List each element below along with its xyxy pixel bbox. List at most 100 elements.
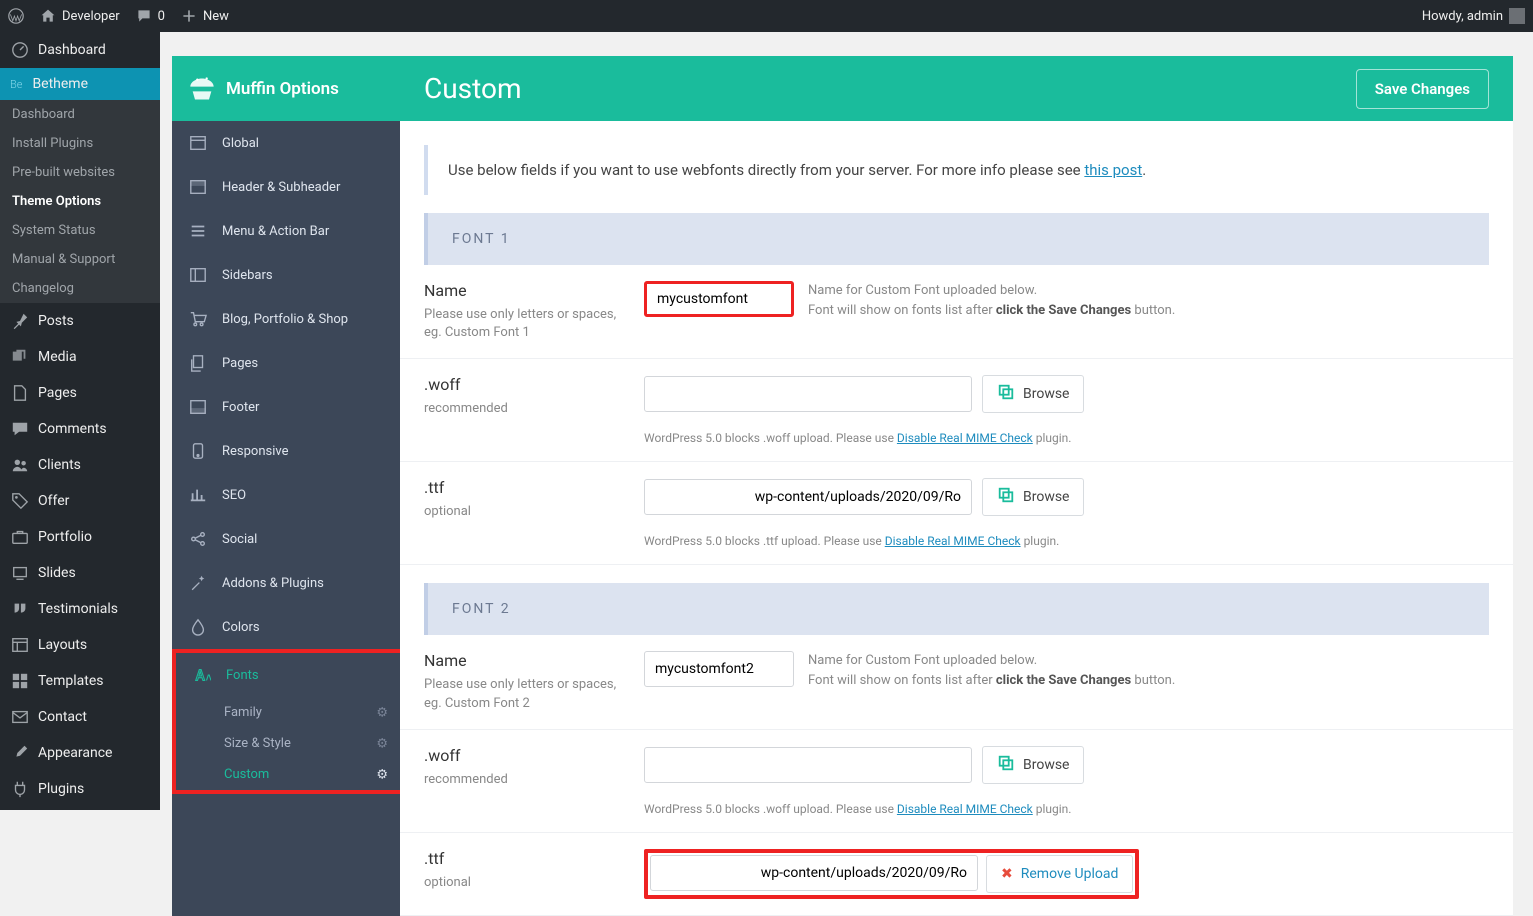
opt-header[interactable]: Header & Subheader: [172, 165, 400, 209]
menu-betheme[interactable]: BeBetheme: [0, 68, 160, 100]
howdy-user[interactable]: Howdy, admin: [1422, 8, 1525, 24]
opt-fonts[interactable]: Fonts: [176, 653, 400, 697]
submenu-dashboard[interactable]: Dashboard: [0, 100, 160, 129]
info-link[interactable]: this post: [1084, 161, 1142, 179]
info-notice: Use below fields if you want to use webf…: [424, 145, 1489, 195]
opt-fonts-custom[interactable]: Custom⚙: [176, 759, 400, 790]
label-name: Name: [424, 281, 624, 300]
site-home[interactable]: Developer: [40, 8, 120, 24]
page-title: Custom: [424, 72, 522, 105]
opt-sidebars[interactable]: Sidebars: [172, 253, 400, 297]
field-font1-name: Name Please use only letters or spaces, …: [400, 265, 1513, 359]
gear-icon: ⚙: [376, 767, 388, 782]
muffin-icon: [188, 75, 216, 103]
chart-icon: [188, 485, 208, 505]
opt-colors[interactable]: Colors: [172, 605, 400, 649]
menu-posts[interactable]: Posts: [0, 303, 160, 339]
browse-font1-woff-button[interactable]: Browse: [982, 375, 1084, 413]
menu-clients[interactable]: Clients: [0, 447, 160, 483]
close-icon: ✖: [1001, 866, 1013, 882]
gear-icon: ⚙: [376, 736, 388, 751]
opt-seo[interactable]: SEO: [172, 473, 400, 517]
help-font1-name: Name for Custom Font uploaded below. Fon…: [808, 281, 1175, 320]
menu-contact[interactable]: Contact: [0, 699, 160, 735]
menu-offer[interactable]: Offer: [0, 483, 160, 519]
section-font-1: FONT 1: [424, 213, 1489, 265]
footer-icon: [188, 397, 208, 417]
opt-addons[interactable]: Addons & Plugins: [172, 561, 400, 605]
opt-menu[interactable]: Menu & Action Bar: [172, 209, 400, 253]
wand-icon: [188, 573, 208, 593]
window-icon: [188, 133, 208, 153]
mime-link[interactable]: Disable Real MIME Check: [897, 802, 1033, 816]
input-font1-ttf[interactable]: [644, 479, 972, 515]
input-font2-ttf[interactable]: [650, 855, 978, 891]
opt-responsive[interactable]: Responsive: [172, 429, 400, 473]
field-font2-name: Name Please use only letters or spaces, …: [400, 635, 1513, 729]
input-font2-name[interactable]: [644, 651, 794, 687]
menu-testimonials[interactable]: Testimonials: [0, 591, 160, 627]
site-name: Developer: [62, 9, 120, 24]
wp-logo[interactable]: [8, 8, 24, 24]
browse-font2-woff-button[interactable]: Browse: [982, 746, 1084, 784]
submenu-prebuilt[interactable]: Pre-built websites: [0, 158, 160, 187]
drop-icon: [188, 617, 208, 637]
opt-fonts-size[interactable]: Size & Style⚙: [176, 728, 400, 759]
opt-social[interactable]: Social: [172, 517, 400, 561]
comments-count: 0: [158, 9, 165, 24]
sidebar-icon: [188, 265, 208, 285]
admin-bar: Developer 0 New Howdy, admin: [0, 0, 1533, 32]
avatar: [1509, 8, 1525, 24]
opt-pages[interactable]: Pages: [172, 341, 400, 385]
menu-media[interactable]: Media: [0, 339, 160, 375]
muffin-brand: Muffin Options: [172, 56, 400, 121]
submenu-install-plugins[interactable]: Install Plugins: [0, 129, 160, 158]
tag-icon: [10, 491, 30, 511]
mime-link[interactable]: Disable Real MIME Check: [885, 534, 1021, 548]
input-font1-woff[interactable]: [644, 376, 972, 412]
submenu-system-status[interactable]: System Status: [0, 216, 160, 245]
field-font1-woff: .woff recommended Browse WordPress 5.0 b…: [400, 359, 1513, 462]
howdy-text: Howdy, admin: [1422, 9, 1503, 24]
font-icon: [192, 665, 212, 685]
comments-bubble[interactable]: 0: [136, 8, 165, 24]
options-page: Custom Save Changes Use below fields if …: [400, 56, 1513, 916]
media-icon: [10, 347, 30, 367]
users-icon: [10, 455, 30, 475]
menu-pages[interactable]: Pages: [0, 375, 160, 411]
browse-font1-ttf-button[interactable]: Browse: [982, 478, 1084, 516]
dashboard-icon: [10, 40, 30, 60]
mime-link[interactable]: Disable Real MIME Check: [897, 431, 1033, 445]
menu-portfolio[interactable]: Portfolio: [0, 519, 160, 555]
menu-dashboard[interactable]: Dashboard: [0, 32, 160, 68]
opt-global[interactable]: Global: [172, 121, 400, 165]
brush-icon: [10, 743, 30, 763]
menu-plugins[interactable]: Plugins: [0, 771, 160, 807]
submenu-changelog[interactable]: Changelog: [0, 274, 160, 303]
menu-templates[interactable]: Templates: [0, 663, 160, 699]
menu-comments[interactable]: Comments: [0, 411, 160, 447]
menu-appearance[interactable]: Appearance: [0, 735, 160, 771]
submenu-manual[interactable]: Manual & Support: [0, 245, 160, 274]
menu-layouts[interactable]: Layouts: [0, 627, 160, 663]
wp-admin-menu: Dashboard BeBetheme Dashboard Install Pl…: [0, 32, 160, 810]
comment-icon: [10, 419, 30, 439]
input-font2-woff[interactable]: [644, 747, 972, 783]
new-label: New: [203, 9, 229, 24]
submenu-theme-options[interactable]: Theme Options: [0, 187, 160, 216]
plug-icon: [10, 779, 30, 799]
opt-fonts-family[interactable]: Family⚙: [176, 697, 400, 728]
opt-footer[interactable]: Footer: [172, 385, 400, 429]
cart-icon: [188, 309, 208, 329]
new-content[interactable]: New: [181, 8, 229, 24]
menu-slides[interactable]: Slides: [0, 555, 160, 591]
note-font1-ttf: WordPress 5.0 blocks .ttf upload. Please…: [644, 534, 1489, 548]
note-font2-woff: WordPress 5.0 blocks .woff upload. Pleas…: [644, 802, 1489, 816]
opt-blog[interactable]: Blog, Portfolio & Shop: [172, 297, 400, 341]
help-font2-name: Name for Custom Font uploaded below. Fon…: [808, 651, 1175, 690]
input-font1-name[interactable]: [644, 281, 794, 317]
quote-icon: [10, 599, 30, 619]
share-icon: [188, 529, 208, 549]
save-changes-button[interactable]: Save Changes: [1356, 69, 1489, 109]
remove-upload-button[interactable]: ✖Remove Upload: [986, 855, 1133, 893]
